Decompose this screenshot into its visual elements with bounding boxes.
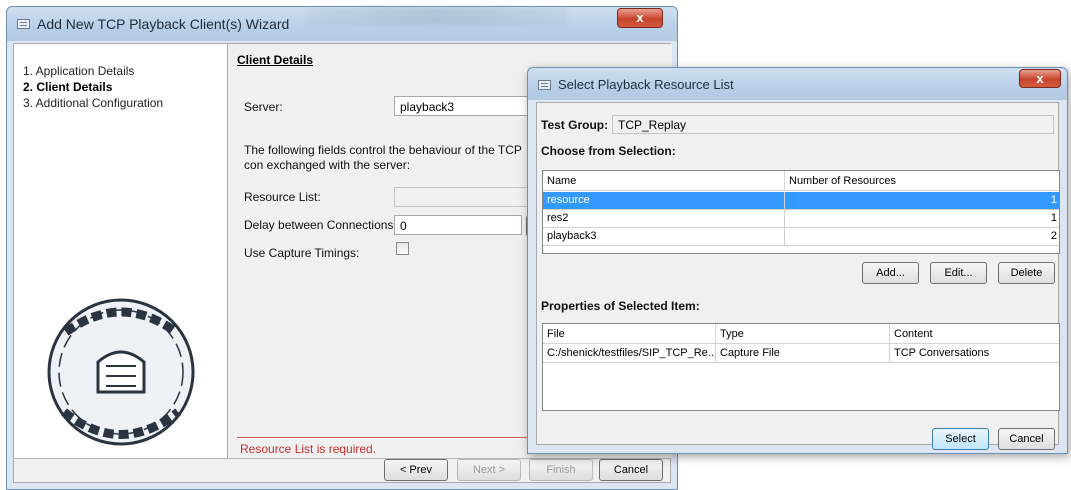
next-button[interactable]: Next >	[457, 459, 521, 481]
property-content: TCP Conversations	[894, 347, 990, 359]
resource-name: res2	[543, 210, 785, 228]
dialog-title-bar[interactable]: Select Playback Resource List x	[528, 68, 1067, 100]
dialog-body: Test Group: TCP_Replay Choose from Selec…	[536, 102, 1060, 450]
wizard-title: Add New TCP Playback Client(s) Wizard	[37, 16, 290, 32]
resource-count: 2	[1050, 230, 1057, 242]
choose-selection-label: Choose from Selection:	[541, 144, 676, 158]
test-group-field: TCP_Replay	[612, 115, 1054, 134]
table-row[interactable]: res2 1	[543, 210, 1059, 228]
resource-name: resource	[543, 192, 785, 210]
column-type[interactable]: Type	[716, 324, 890, 344]
edit-button[interactable]: Edit...	[930, 262, 987, 284]
wizard-close-button[interactable]: x	[617, 8, 663, 28]
property-file: C:/shenick/testfiles/SIP_TCP_Re...	[543, 345, 716, 363]
prev-button[interactable]: < Prev	[384, 459, 448, 481]
delay-label: Delay between Connections:	[244, 218, 397, 232]
wizard-steps-panel: 1. Application Details 2. Client Details…	[14, 44, 228, 458]
table-row[interactable]: resource 1	[543, 192, 1059, 210]
resource-table: Name Number of Resources resource 1 res2…	[542, 170, 1060, 254]
server-field[interactable]: playback3	[394, 96, 534, 116]
property-type: Capture File	[716, 345, 890, 363]
window-icon	[17, 19, 30, 29]
finish-button[interactable]: Finish	[529, 459, 593, 481]
resource-name: playback3	[543, 228, 785, 246]
table-row[interactable]: C:/shenick/testfiles/SIP_TCP_Re... Captu…	[543, 345, 1059, 363]
step-additional-configuration: 3. Additional Configuration	[23, 96, 164, 110]
properties-table-header: File Type Content	[543, 324, 1059, 344]
delay-input[interactable]: 0	[394, 215, 522, 235]
section-title: Client Details	[237, 53, 314, 67]
dialog-close-button[interactable]: x	[1019, 69, 1061, 88]
error-message: Resource List is required.	[240, 442, 377, 456]
properties-label: Properties of Selected Item:	[541, 299, 700, 313]
column-file[interactable]: File	[543, 324, 716, 344]
step-client-details: 2. Client Details	[23, 80, 113, 94]
column-content[interactable]: Content	[890, 324, 1061, 344]
dialog-title: Select Playback Resource List	[558, 77, 734, 92]
resource-list-dialog: Select Playback Resource List x Test Gro…	[527, 67, 1068, 454]
select-button[interactable]: Select	[932, 428, 989, 450]
dialog-cancel-button[interactable]: Cancel	[998, 428, 1055, 450]
wizard-footer: < Prev Next > Finish Cancel	[14, 458, 670, 482]
capture-timings-label: Use Capture Timings:	[244, 246, 360, 260]
server-label: Server:	[244, 100, 283, 114]
resource-count: 1	[1050, 212, 1057, 224]
add-button[interactable]: Add...	[862, 262, 919, 284]
column-name[interactable]: Name	[543, 171, 785, 191]
resource-count: 1	[1050, 194, 1057, 206]
resource-table-header: Name Number of Resources	[543, 171, 1059, 191]
capture-timings-checkbox[interactable]	[396, 242, 409, 255]
wizard-title-bar[interactable]: Add New TCP Playback Client(s) Wizard x	[7, 7, 677, 41]
dialog-window-icon	[538, 80, 551, 90]
blurred-background	[307, 7, 567, 25]
delete-button[interactable]: Delete	[998, 262, 1055, 284]
table-row[interactable]: playback3 2	[543, 228, 1059, 246]
properties-table: File Type Content C:/shenick/testfiles/S…	[542, 323, 1060, 411]
error-separator	[237, 437, 537, 438]
column-number-of-resources[interactable]: Number of Resources	[785, 171, 1061, 191]
info-text: The following fields control the behavio…	[244, 143, 522, 172]
test-group-label: Test Group:	[541, 118, 609, 132]
reality-checked-logo	[47, 298, 195, 446]
resource-list-field[interactable]	[394, 187, 534, 207]
cancel-button[interactable]: Cancel	[599, 459, 663, 481]
resource-list-label: Resource List:	[244, 190, 321, 204]
step-application-details: 1. Application Details	[23, 64, 135, 78]
